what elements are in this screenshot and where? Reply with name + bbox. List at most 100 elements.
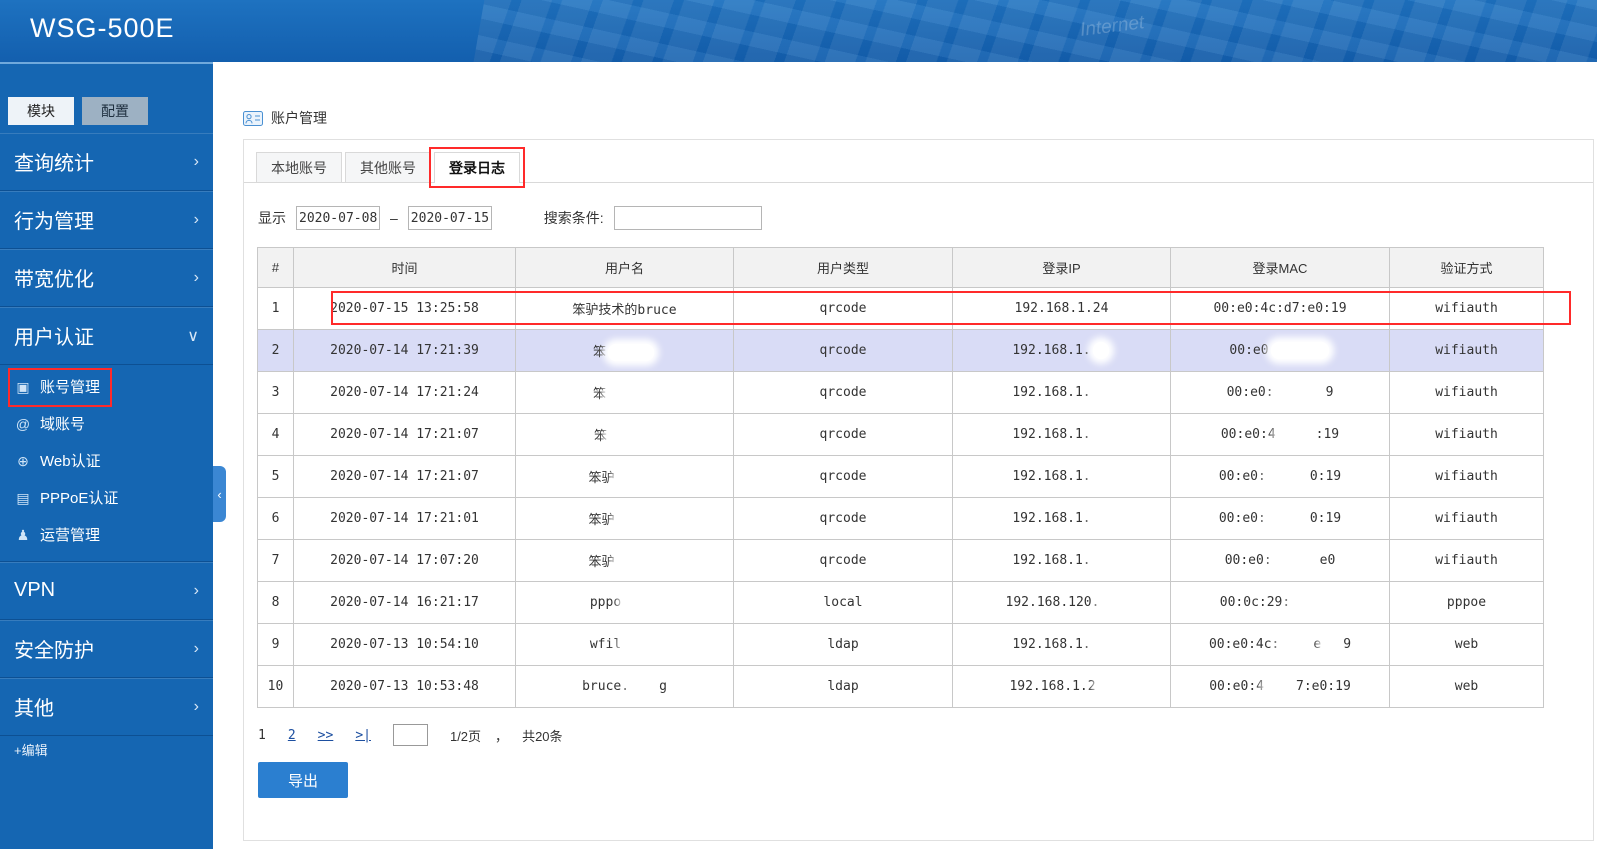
sidebar-item-pppoe-auth[interactable]: ▤ PPPoE认证 — [0, 481, 213, 518]
cell-text: 192.168.1. — [1012, 427, 1091, 442]
sidebar-item-web-auth[interactable]: ⊕ Web认证 — [0, 444, 213, 481]
table-row[interactable]: 8 2020-07-14 16:21:17 pppo local 192.168.120… — [257, 581, 1544, 624]
export-button[interactable]: 导出 — [258, 762, 348, 798]
blur-patch — [1092, 468, 1109, 485]
page-jump-input[interactable] — [392, 724, 428, 746]
cell-text: 00:e0: — [1224, 553, 1272, 568]
sidebar-item-label: 账号管理 — [40, 379, 101, 396]
blur-patch — [609, 427, 653, 445]
cell-user: 笨驴 — [515, 455, 734, 498]
account-management-icon — [243, 110, 263, 126]
blur-patch — [1270, 342, 1329, 359]
cell-num: 3 — [257, 371, 294, 414]
table-row[interactable]: 6 2020-07-14 17:21:01 笨驴 qrcode 192.168.1. 00… — [257, 497, 1544, 540]
cell-num: 1 — [257, 287, 294, 330]
cell-type: qrcode — [733, 497, 953, 540]
cell-ip: 192.168.1. — [952, 329, 1171, 372]
table-row[interactable]: 1 2020-07-15 13:25:58 笨驴技术的bruce qrcode 192.… — [257, 287, 1544, 330]
cell-text: 0:19 — [1309, 469, 1342, 484]
cell-time: 2020-07-15 13:25:58 — [293, 287, 516, 330]
blur-patch — [1097, 678, 1112, 695]
blur-patch — [1092, 342, 1109, 359]
cell-text: 9 — [1325, 385, 1334, 400]
sidebar-item-domain-account[interactable]: @ 域账号 — [0, 407, 213, 444]
cell-mac: 00:e0:4c: e 9 — [1170, 623, 1390, 666]
login-log-table-wrap: # 时间 用户名 用户类型 登录IP 登录MAC 验证方式 1 2020-07-15 13:2… — [257, 247, 1575, 708]
item-wrap: ⊕ Web认证 — [10, 444, 111, 479]
cell-text: 笨 — [593, 428, 607, 444]
cell-auth: wifiauth — [1389, 329, 1544, 372]
login-log-table: # 时间 用户名 用户类型 登录IP 登录MAC 验证方式 1 2020-07-15 13:2… — [257, 247, 1544, 708]
table-row[interactable]: 4 2020-07-14 17:21:07 笨 qrcode 192.168.1. 00:… — [257, 413, 1544, 456]
cell-num: 10 — [257, 665, 294, 708]
sidebar-item-query-stats[interactable]: 查询统计 › — [0, 133, 213, 191]
cell-type: qrcode — [733, 455, 953, 498]
sidebar-item-behavior-mgmt[interactable]: 行为管理 › — [0, 191, 213, 249]
sidebar-item-operation-mgmt[interactable]: ♟ 运营管理 — [0, 518, 213, 555]
cell-text: :19 — [1315, 427, 1340, 442]
cell-type: qrcode — [733, 539, 953, 582]
cell-text: 00:e0 — [1229, 343, 1269, 358]
blur-patch — [616, 511, 659, 529]
sidebar-item-others[interactable]: 其他 › — [0, 678, 213, 736]
cell-auth: wifiauth — [1389, 371, 1544, 414]
blur-patch — [1101, 594, 1116, 611]
column-header-time: 时间 — [293, 247, 516, 288]
table-row[interactable]: 3 2020-07-14 17:21:24 笨 qrcode 192.168.1. 00:… — [257, 371, 1544, 414]
cell-text: 00:e0: — [1226, 385, 1274, 400]
sidebar-tab-config[interactable]: 配置 — [82, 97, 148, 125]
cell-time: 2020-07-13 10:54:10 — [293, 623, 516, 666]
cell-ip: 192.168.1. — [952, 623, 1171, 666]
sidebar-item-label: VPN — [14, 579, 56, 601]
table-row[interactable]: 9 2020-07-13 10:54:10 wfil ldap 192.168.1. 00… — [257, 623, 1544, 666]
sidebar-item-security[interactable]: 安全防护 › — [0, 620, 213, 678]
cell-auth: web — [1389, 623, 1544, 666]
sidebar-item-user-auth[interactable]: 用户认证 ∨ — [0, 307, 213, 365]
filter-bar: 显示 – 搜索条件: — [244, 183, 1593, 233]
page-2-link[interactable]: 2 — [288, 728, 296, 743]
date-from-input[interactable] — [296, 206, 380, 230]
cell-text: e0 — [1319, 553, 1336, 568]
table-row[interactable]: 7 2020-07-14 17:07:20 笨驴 qrcode 192.168.1. 00… — [257, 539, 1544, 582]
sidebar-item-label: 查询统计 — [14, 153, 94, 175]
cell-user: 笨驴 — [515, 497, 734, 540]
cell-user: 笨 — [515, 329, 734, 372]
table-row[interactable]: 2 2020-07-14 17:21:39 笨 qrcode 192.168.1. 00:… — [257, 329, 1544, 372]
item-wrap: ▤ PPPoE认证 — [10, 481, 128, 516]
cell-text: 192.168.1. — [1012, 343, 1091, 358]
blur-patch — [623, 636, 658, 653]
last-page-link[interactable]: >| — [355, 728, 371, 743]
sidebar-item-bandwidth-opt[interactable]: 带宽优化 › — [0, 249, 213, 307]
blur-patch — [623, 594, 658, 611]
cell-text: 00:e0: — [1218, 511, 1266, 526]
blur-patch — [616, 553, 659, 571]
sidebar-item-label: 用户认证 — [14, 327, 94, 349]
table-row[interactable]: 10 2020-07-13 10:53:48 bruce. g ldap 192.168.… — [257, 665, 1544, 708]
tab-other-accounts[interactable]: 其他账号 — [345, 152, 431, 182]
chevron-right-icon: › — [193, 581, 199, 599]
cell-text: wfil — [589, 637, 622, 652]
cell-mac: 00:e0:4 7:e0:19 — [1170, 665, 1390, 708]
cell-text: 笨驴 — [588, 554, 615, 570]
sidebar-submenu: ▣ 账号管理 @ 域账号 ⊕ Web认证 ▤ PPPoE认证 ♟ 运营管理 — [0, 365, 213, 562]
date-to-input[interactable] — [407, 206, 492, 230]
tab-local-accounts[interactable]: 本地账号 — [256, 152, 342, 182]
tab-login-log[interactable]: 登录日志 — [429, 147, 525, 188]
cell-ip: 192.168.1. — [952, 455, 1171, 498]
cell-ip: 192.168.1. — [952, 497, 1171, 540]
sidebar-edit-link[interactable]: +编辑 — [14, 740, 48, 759]
search-condition-input[interactable] — [613, 206, 762, 230]
sidebar-collapse-handle[interactable]: ‹ — [213, 466, 226, 522]
chevron-right-icon: › — [193, 697, 199, 715]
next-page-link[interactable]: >> — [318, 728, 334, 743]
sidebar-item-vpn[interactable]: VPN › — [0, 562, 213, 620]
sidebar-tab-module[interactable]: 模块 — [8, 97, 74, 125]
table-row[interactable]: 5 2020-07-14 17:21:07 笨驴 qrcode 192.168.1. 00… — [257, 455, 1544, 498]
blur-patch — [1275, 384, 1324, 401]
cell-text: 00:0c:29: — [1219, 595, 1291, 610]
blur-patch — [1092, 426, 1109, 443]
sidebar-item-account-mgmt[interactable]: ▣ 账号管理 — [0, 368, 213, 407]
chevron-right-icon: › — [193, 210, 199, 228]
cell-auth: wifiauth — [1389, 539, 1544, 582]
cell-auth: pppoe — [1389, 581, 1544, 624]
